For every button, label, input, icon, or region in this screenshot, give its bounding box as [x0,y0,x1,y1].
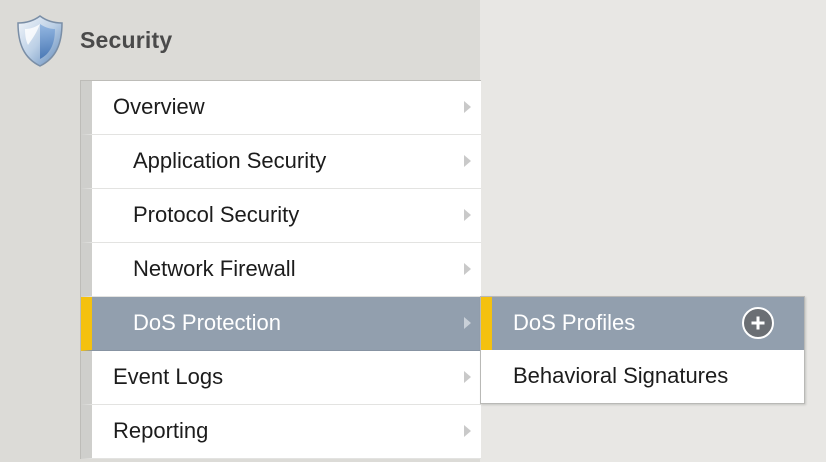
menu-item-label: DoS Protection [133,310,281,335]
menu-item-label: Application Security [133,148,327,173]
menu-item-network-firewall[interactable]: Network Firewall [81,243,481,297]
section-header: Security [0,0,480,80]
chevron-right-icon [464,317,471,329]
submenu-item-dos-profiles[interactable]: DoS Profiles [481,297,804,350]
menu-item-dos-protection[interactable]: DoS Protection [81,297,481,351]
menu-item-label: Reporting [113,418,209,443]
menu-item-protocol-security[interactable]: Protocol Security [81,189,481,243]
chevron-right-icon [464,155,471,167]
add-profile-button[interactable] [742,307,774,339]
menu-item-overview[interactable]: Overview [81,81,481,135]
navigation-panel: Security Overview Application Security P… [0,0,481,462]
submenu-item-label: Behavioral Signatures [513,363,729,388]
menu-item-event-logs[interactable]: Event Logs [81,351,481,405]
submenu-item-label: DoS Profiles [513,310,636,335]
chevron-right-icon [464,425,471,437]
menu-item-label: Overview [113,94,205,119]
dos-protection-submenu: DoS Profiles Behavioral Signatures [480,296,805,404]
chevron-right-icon [464,371,471,383]
menu-item-label: Event Logs [113,364,224,389]
shield-icon [16,14,64,68]
menu-item-reporting[interactable]: Reporting [81,405,481,459]
chevron-right-icon [464,209,471,221]
security-menu: Overview Application Security Protocol S… [80,80,481,459]
menu-item-label: Protocol Security [133,202,300,227]
menu-item-label: Network Firewall [133,256,296,281]
plus-icon [751,316,765,330]
page-title: Security [80,27,173,53]
menu-item-application-security[interactable]: Application Security [81,135,481,189]
chevron-right-icon [464,263,471,275]
chevron-right-icon [464,101,471,113]
submenu-item-behavioral-signatures[interactable]: Behavioral Signatures [481,350,804,403]
